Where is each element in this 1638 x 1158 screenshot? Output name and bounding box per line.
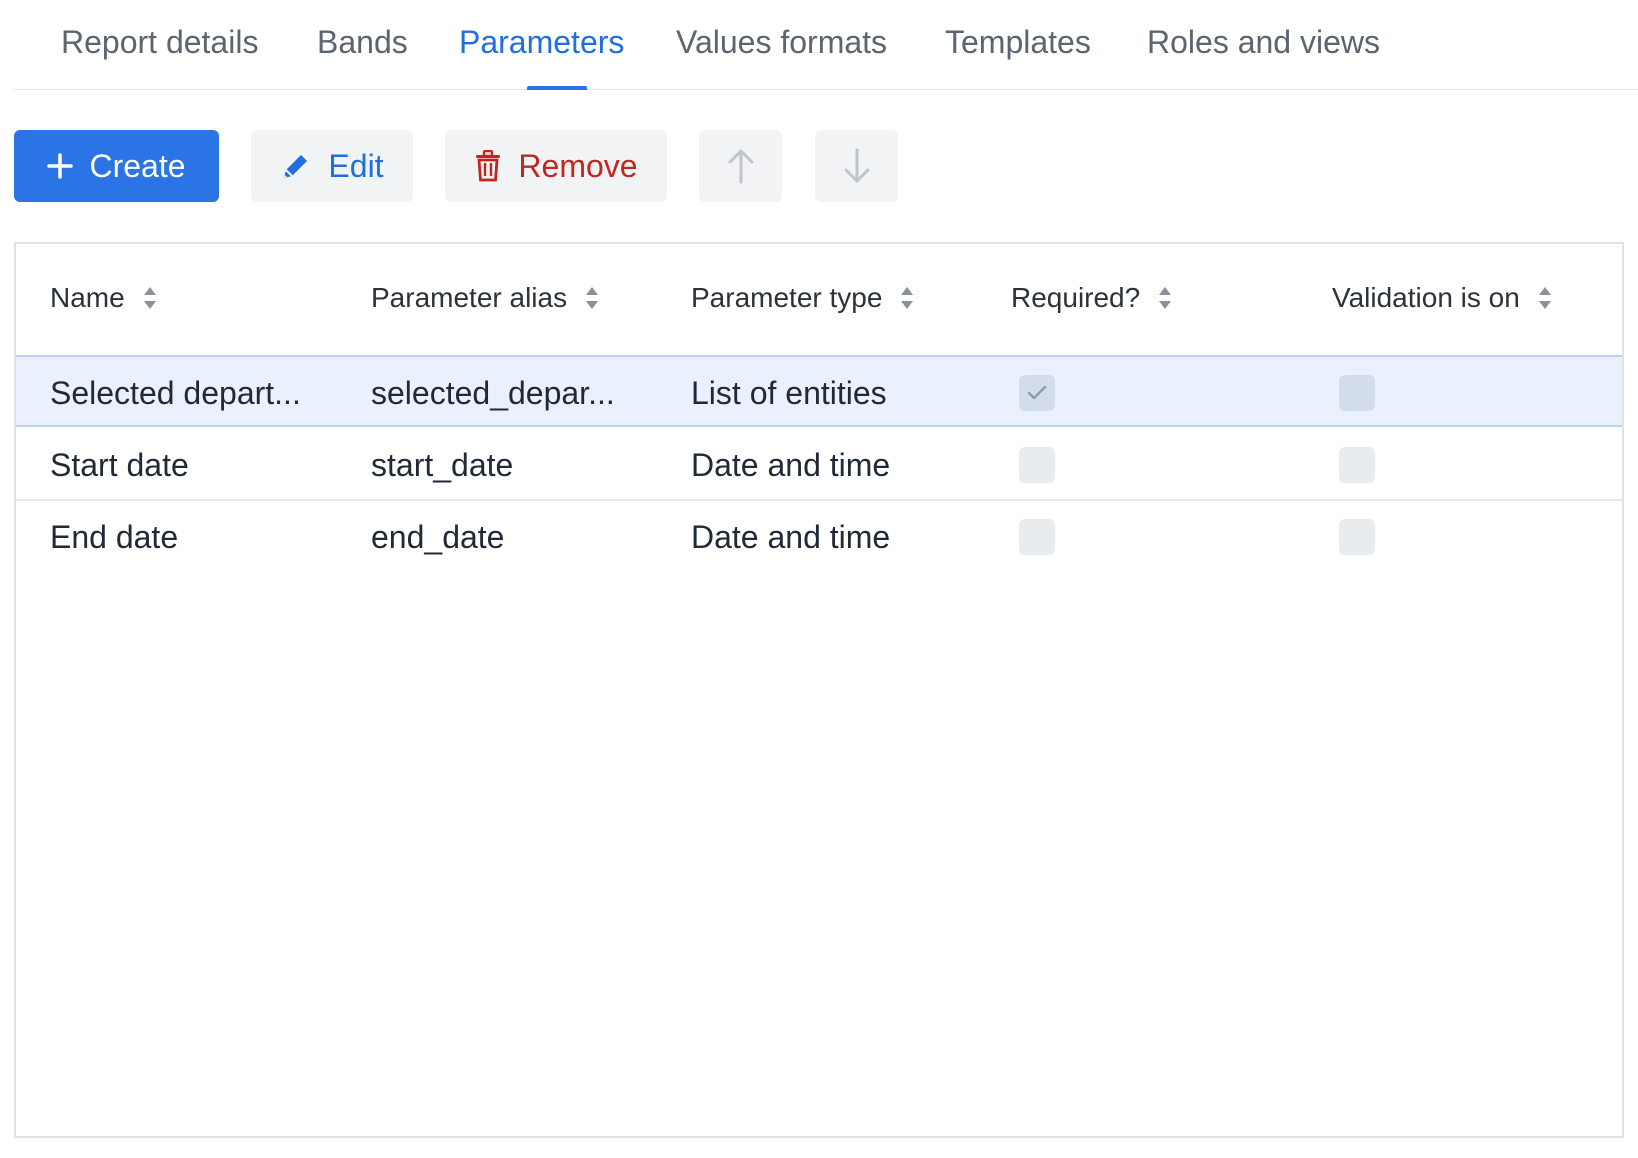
table-row[interactable]: Start date start_date Date and time: [16, 429, 1622, 501]
cell-alias: start_date: [371, 446, 514, 483]
cell-alias: end_date: [371, 518, 505, 555]
tab-report-details[interactable]: Report details: [61, 24, 258, 90]
required-checkbox[interactable]: [1019, 519, 1055, 555]
toolbar: Create Edit Remove: [14, 130, 1638, 202]
validation-checkbox[interactable]: [1339, 519, 1375, 555]
cell-alias: selected_depar...: [371, 374, 615, 411]
remove-button[interactable]: Remove: [445, 130, 667, 202]
sort-icon[interactable]: [1158, 286, 1172, 310]
cell-name: Selected depart...: [50, 374, 301, 411]
parameters-table: Name Parameter alias Parameter type Requ…: [14, 242, 1624, 1138]
required-checkbox[interactable]: [1019, 447, 1055, 483]
column-header-validation-is-on[interactable]: Validation is on: [1332, 282, 1552, 314]
tab-bands[interactable]: Bands: [317, 24, 408, 90]
validation-checkbox[interactable]: [1339, 447, 1375, 483]
pencil-icon: [280, 150, 312, 182]
column-header-label: Validation is on: [1332, 282, 1520, 313]
tab-parameters[interactable]: Parameters: [459, 24, 624, 90]
tab-templates[interactable]: Templates: [945, 24, 1091, 90]
table-row[interactable]: End date end_date Date and time: [16, 501, 1622, 573]
arrow-up-icon: [726, 148, 756, 184]
cell-name: Start date: [50, 446, 189, 483]
tab-bar: Report details Bands Parameters Values f…: [14, 0, 1638, 90]
cell-type: List of entities: [691, 374, 887, 411]
column-header-label: Required?: [1011, 282, 1141, 313]
column-header-label: Parameter type: [691, 282, 883, 313]
edit-button-label: Edit: [328, 147, 384, 184]
table-header: Name Parameter alias Parameter type Requ…: [16, 244, 1622, 356]
cell-name: End date: [50, 518, 179, 555]
table-row[interactable]: Selected depart... selected_depar... Lis…: [16, 355, 1622, 427]
column-header-required[interactable]: Required?: [1011, 282, 1172, 314]
required-checkbox[interactable]: [1019, 375, 1055, 411]
edit-button[interactable]: Edit: [251, 130, 413, 202]
trash-icon: [474, 150, 502, 182]
active-tab-indicator: [527, 86, 587, 90]
arrow-down-icon: [842, 148, 872, 184]
move-down-button[interactable]: [815, 130, 898, 202]
tab-roles-and-views[interactable]: Roles and views: [1147, 24, 1380, 90]
column-header-parameter-alias[interactable]: Parameter alias: [371, 282, 599, 314]
move-up-button[interactable]: [699, 130, 782, 202]
create-button-label: Create: [89, 147, 186, 184]
sort-icon[interactable]: [585, 286, 599, 310]
column-header-label: Parameter alias: [371, 282, 568, 313]
remove-button-label: Remove: [518, 147, 638, 184]
checkmark-icon: [1027, 385, 1047, 400]
sort-icon[interactable]: [143, 286, 157, 310]
tab-values-formats[interactable]: Values formats: [676, 24, 887, 90]
cell-type: Date and time: [691, 518, 891, 555]
sort-icon[interactable]: [900, 286, 914, 310]
column-header-parameter-type[interactable]: Parameter type: [691, 282, 914, 314]
create-button[interactable]: Create: [14, 130, 219, 202]
plus-icon: [47, 153, 74, 179]
cell-type: Date and time: [691, 446, 891, 483]
sort-icon[interactable]: [1538, 286, 1552, 310]
column-header-label: Name: [50, 282, 125, 313]
column-header-name[interactable]: Name: [50, 282, 157, 314]
validation-checkbox[interactable]: [1339, 375, 1375, 411]
